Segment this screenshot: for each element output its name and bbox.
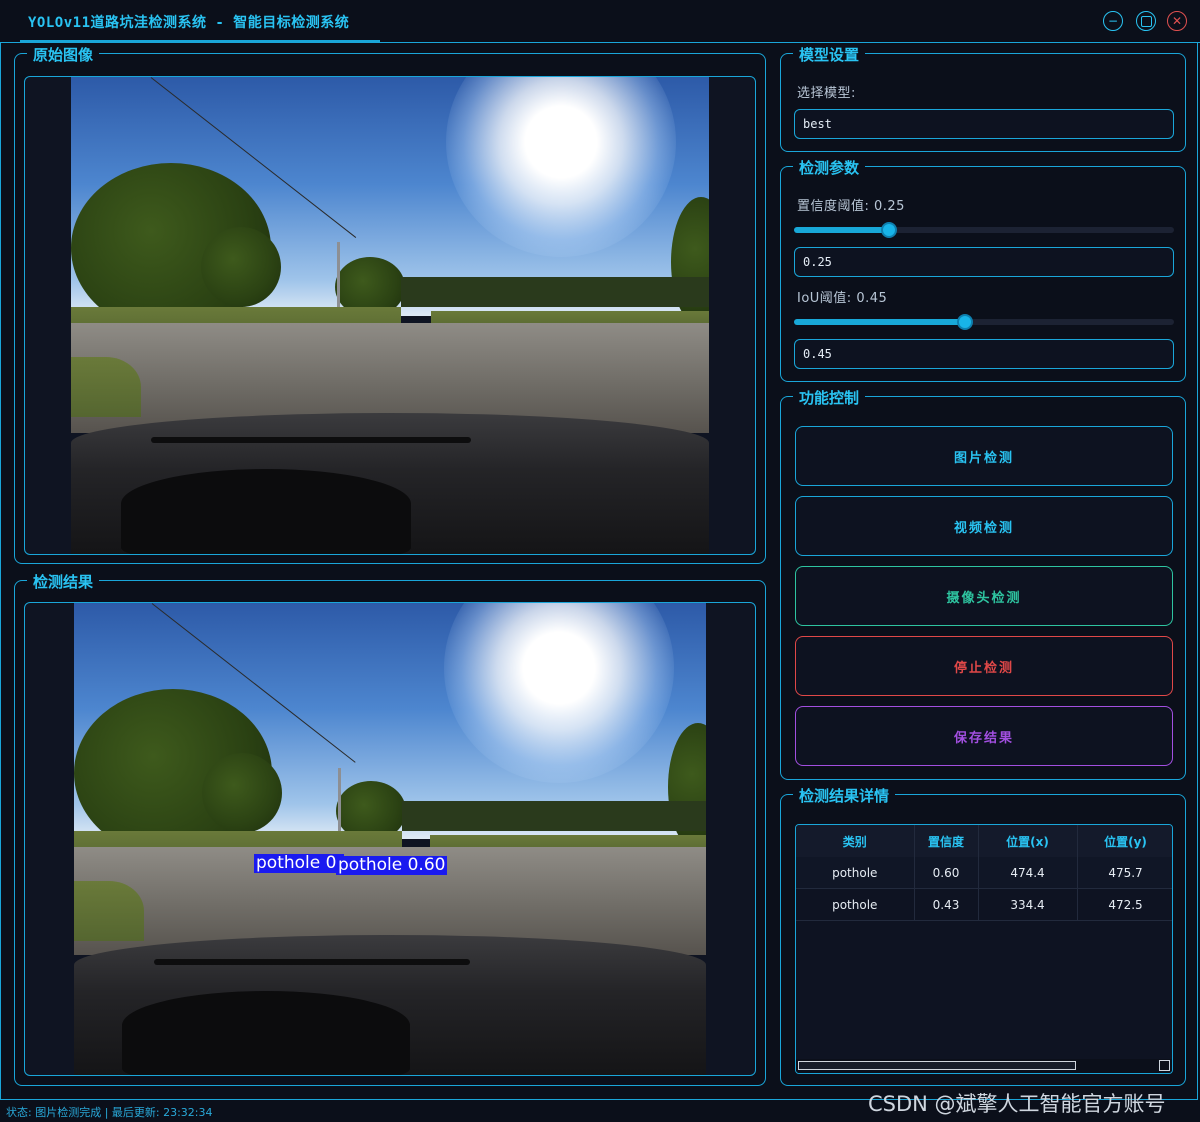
iou-slider-fill <box>794 319 965 325</box>
function-controls-panel: 功能控制 图片检测 视频检测 摄像头检测 停止检测 保存结果 <box>780 387 1186 780</box>
table-cell: 474.4 <box>978 857 1078 889</box>
model-settings-title: 模型设置 <box>793 44 866 65</box>
original-image-panel: 原始图像 <box>14 44 766 564</box>
result-image-view: pothole 0. pothole 0.60 <box>24 602 756 1076</box>
conf-threshold-slider[interactable] <box>794 222 1174 238</box>
detection-details-panel: 检测结果详情 类别 置信度 位置(x) 位置(y) pothole 0.60 4… <box>780 785 1186 1086</box>
table-cell: pothole <box>796 888 915 921</box>
original-road-image <box>71 77 709 554</box>
maximize-icon[interactable] <box>1136 11 1156 31</box>
table-row[interactable]: pothole 0.60 474.4 475.7 <box>796 857 1172 889</box>
detection-details-title: 检测结果详情 <box>793 785 896 806</box>
video-detect-button[interactable]: 视频检测 <box>795 496 1173 556</box>
result-image-title: 检测结果 <box>27 571 100 592</box>
minimize-icon[interactable]: − <box>1103 11 1123 31</box>
detection-details-table: 类别 置信度 位置(x) 位置(y) pothole 0.60 474.4 47… <box>795 824 1173 1074</box>
detection-label: pothole 0. <box>254 853 344 873</box>
conf-slider-fill <box>794 227 889 233</box>
column-header[interactable]: 位置(y) <box>1077 825 1172 857</box>
original-image-view <box>24 76 756 555</box>
column-header[interactable]: 置信度 <box>914 825 979 857</box>
table-cell: 475.7 <box>1077 857 1172 889</box>
iou-threshold-label: IoU阈值: 0.45 <box>797 291 888 306</box>
original-image-title: 原始图像 <box>27 44 100 65</box>
result-image-panel: 检测结果 pothole 0. pothole 0.60 <box>14 571 766 1086</box>
table-cell: 472.5 <box>1077 888 1172 921</box>
detection-label: pothole 0.60 <box>336 855 448 875</box>
conf-slider-handle[interactable] <box>881 222 897 238</box>
result-road-image: pothole 0. pothole 0.60 <box>74 603 706 1075</box>
horizontal-scrollbar[interactable] <box>796 1059 1172 1073</box>
select-model-label: 选择模型: <box>797 86 856 101</box>
title-bar: YOLOv11道路坑洼检测系统 - 智能目标检测系统 − ✕ <box>0 0 1200 43</box>
iou-threshold-slider[interactable] <box>794 314 1174 330</box>
status-bar: 状态: 图片检测完成 | 最后更新: 23:32:34 <box>6 1106 213 1119</box>
table-cell: 334.4 <box>978 888 1078 921</box>
window-title: YOLOv11道路坑洼检测系统 - 智能目标检测系统 <box>28 15 350 31</box>
detection-params-title: 检测参数 <box>793 157 866 178</box>
close-icon[interactable]: ✕ <box>1167 11 1187 31</box>
table-row[interactable]: pothole 0.43 334.4 472.5 <box>796 888 1172 921</box>
model-select[interactable]: best <box>794 109 1174 139</box>
save-results-button[interactable]: 保存结果 <box>795 706 1173 766</box>
watermark: CSDN @斌擎人工智能官方账号 <box>868 1092 1166 1116</box>
table-cell: pothole <box>796 857 915 889</box>
column-header[interactable]: 类别 <box>796 825 915 857</box>
scrollbar-corner <box>1159 1060 1170 1071</box>
table-cell: 0.60 <box>914 857 979 889</box>
stop-detect-button[interactable]: 停止检测 <box>795 636 1173 696</box>
detection-params-panel: 检测参数 置信度阈值: 0.25 0.25 IoU阈值: 0.45 0.45 <box>780 157 1186 382</box>
conf-threshold-input[interactable]: 0.25 <box>794 247 1174 277</box>
image-detect-button[interactable]: 图片检测 <box>795 426 1173 486</box>
conf-threshold-label: 置信度阈值: 0.25 <box>797 199 905 214</box>
column-header[interactable]: 位置(x) <box>978 825 1078 857</box>
iou-slider-handle[interactable] <box>957 314 973 330</box>
camera-detect-button[interactable]: 摄像头检测 <box>795 566 1173 626</box>
model-settings-panel: 模型设置 选择模型: best <box>780 44 1186 152</box>
function-controls-title: 功能控制 <box>793 387 866 408</box>
scrollbar-thumb[interactable] <box>798 1061 1076 1070</box>
table-cell: 0.43 <box>914 888 979 921</box>
iou-threshold-input[interactable]: 0.45 <box>794 339 1174 369</box>
title-underline <box>20 40 380 42</box>
